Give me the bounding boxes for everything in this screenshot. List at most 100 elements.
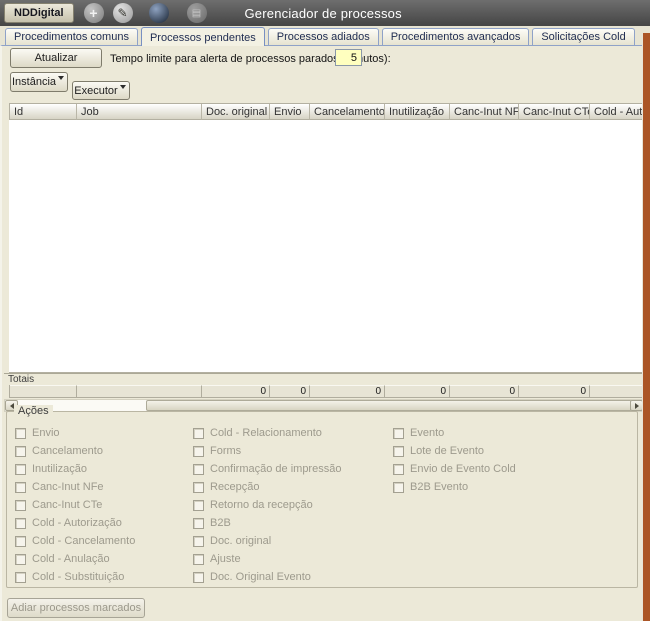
action-checkbox[interactable] <box>193 572 204 583</box>
totals-cell: 0 <box>385 385 450 398</box>
action-label: Envio de Evento Cold <box>410 463 516 475</box>
action-label: Cancelamento <box>32 445 103 457</box>
triangle-right-icon <box>635 403 639 409</box>
column-header-doc-original[interactable]: Doc. original <box>202 104 270 120</box>
print-icon[interactable]: ▤ <box>187 3 207 23</box>
action-item-inutilizacao: Inutilização <box>15 460 135 478</box>
column-header-id[interactable]: Id <box>10 104 77 120</box>
action-checkbox[interactable] <box>15 536 26 547</box>
column-header-envio[interactable]: Envio <box>270 104 310 120</box>
action-checkbox[interactable] <box>193 428 204 439</box>
triangle-left-icon <box>10 403 14 409</box>
action-label: Inutilização <box>32 463 87 475</box>
grid-body[interactable] <box>9 120 644 373</box>
column-header-canc-inut-nfe[interactable]: Canc-Inut NFe <box>450 104 519 120</box>
action-checkbox[interactable] <box>393 464 404 475</box>
action-checkbox[interactable] <box>15 446 26 457</box>
column-header-job[interactable]: Job <box>77 104 202 120</box>
action-label: Ajuste <box>210 553 241 565</box>
action-item-cold-relacionamento: Cold - Relacionamento <box>193 424 341 442</box>
action-item-cold-autorizacao: Cold - Autorização <box>15 514 135 532</box>
instance-dropdown-label: Instância <box>12 76 56 88</box>
edit-icon-glyph: ✎ <box>117 6 127 20</box>
action-label: Cold - Cancelamento <box>32 535 135 547</box>
action-checkbox[interactable] <box>15 572 26 583</box>
column-header-inutilizacao[interactable]: Inutilização <box>385 104 450 120</box>
scrollbar-thumb[interactable] <box>146 400 632 411</box>
action-checkbox[interactable] <box>193 518 204 529</box>
action-item-lote-evento: Lote de Evento <box>393 442 516 460</box>
action-item-confirmacao-impressao: Confirmação de impressão <box>193 460 341 478</box>
action-checkbox[interactable] <box>193 482 204 493</box>
totals-row: 0 0 0 0 0 0 0 <box>9 385 644 398</box>
action-checkbox[interactable] <box>393 446 404 457</box>
app-window: NDDigital + ✎ ▤ Gerenciador de processos… <box>0 0 650 621</box>
action-checkbox[interactable] <box>15 464 26 475</box>
defer-marked-processes-button[interactable]: Adiar processos marcados <box>7 598 145 618</box>
totals-cell: 0 <box>450 385 519 398</box>
action-checkbox[interactable] <box>193 536 204 547</box>
action-label: Envio <box>32 427 60 439</box>
executor-dropdown-button[interactable]: Executor <box>72 81 130 100</box>
add-icon-glyph: + <box>89 5 97 21</box>
action-checkbox[interactable] <box>193 554 204 565</box>
action-label: Forms <box>210 445 241 457</box>
action-checkbox[interactable] <box>15 518 26 529</box>
tab-procedimentos-avancados[interactable]: Procedimentos avançados <box>382 28 530 45</box>
actions-groupbox: Ações Envio Cancelamento Inutilização Ca… <box>6 411 638 588</box>
instance-dropdown-button[interactable]: Instância <box>10 72 68 92</box>
tab-procedimentos-comuns[interactable]: Procedimentos comuns <box>5 28 138 45</box>
refresh-button[interactable]: Atualizar <box>10 48 102 68</box>
tab-processos-adiados[interactable]: Processos adiados <box>268 28 379 45</box>
tab-processos-pendentes[interactable]: Processos pendentes <box>141 27 265 46</box>
edit-icon[interactable]: ✎ <box>113 3 133 23</box>
action-label: Canc-Inut NFe <box>32 481 104 493</box>
action-label: Lote de Evento <box>410 445 484 457</box>
action-checkbox[interactable] <box>15 500 26 511</box>
action-item-cold-anulacao: Cold - Anulação <box>15 550 135 568</box>
action-item-envio: Envio <box>15 424 135 442</box>
action-checkbox[interactable] <box>193 464 204 475</box>
action-item-canc-inut-nfe: Canc-Inut NFe <box>15 478 135 496</box>
chevron-down-icon <box>120 85 126 89</box>
action-item-forms: Forms <box>193 442 341 460</box>
action-label: Confirmação de impressão <box>210 463 341 475</box>
brand-button[interactable]: NDDigital <box>4 3 74 23</box>
action-checkbox[interactable] <box>393 482 404 493</box>
action-item-doc-original-evento: Doc. Original Evento <box>193 568 341 586</box>
add-icon[interactable]: + <box>84 3 104 23</box>
action-checkbox[interactable] <box>193 500 204 511</box>
main-panel: Atualizar Tempo limite para alerta de pr… <box>0 45 642 621</box>
action-item-cancelamento: Cancelamento <box>15 442 135 460</box>
action-item-cold-cancelamento: Cold - Cancelamento <box>15 532 135 550</box>
action-label: Evento <box>410 427 444 439</box>
action-checkbox[interactable] <box>15 428 26 439</box>
action-item-b2b-evento: B2B Evento <box>393 478 516 496</box>
action-item-cold-substituicao: Cold - Substituição <box>15 568 135 586</box>
action-item-recepcao: Recepção <box>193 478 341 496</box>
action-label: Recepção <box>210 481 260 493</box>
action-item-ajuste: Ajuste <box>193 550 341 568</box>
tab-solicitacoes-cold[interactable]: Solicitações Cold <box>532 28 634 45</box>
sphere-icon[interactable] <box>149 3 169 23</box>
action-checkbox[interactable] <box>15 554 26 565</box>
action-checkbox[interactable] <box>393 428 404 439</box>
print-icon-glyph: ▤ <box>192 8 201 19</box>
column-header-canc-inut-cte[interactable]: Canc-Inut CTe <box>519 104 590 120</box>
column-header-cold-autorizacao[interactable]: Cold - Autorização <box>590 104 644 120</box>
actions-column-2: Cold - Relacionamento Forms Confirmação … <box>193 424 341 586</box>
action-item-evento: Evento <box>393 424 516 442</box>
action-checkbox[interactable] <box>15 482 26 493</box>
timeout-input[interactable] <box>335 49 362 66</box>
executor-dropdown-label: Executor <box>74 85 117 97</box>
column-header-cancelamento[interactable]: Cancelamento <box>310 104 385 120</box>
action-label: Doc. original <box>210 535 271 547</box>
totals-cell <box>77 385 202 398</box>
action-item-canc-inut-cte: Canc-Inut CTe <box>15 496 135 514</box>
actions-column-1: Envio Cancelamento Inutilização Canc-Inu… <box>15 424 135 586</box>
action-label: Retorno da recepção <box>210 499 313 511</box>
action-item-doc-original: Doc. original <box>193 532 341 550</box>
action-checkbox[interactable] <box>193 446 204 457</box>
totals-cell: 0 <box>310 385 385 398</box>
actions-column-3: Evento Lote de Evento Envio de Evento Co… <box>393 424 516 496</box>
